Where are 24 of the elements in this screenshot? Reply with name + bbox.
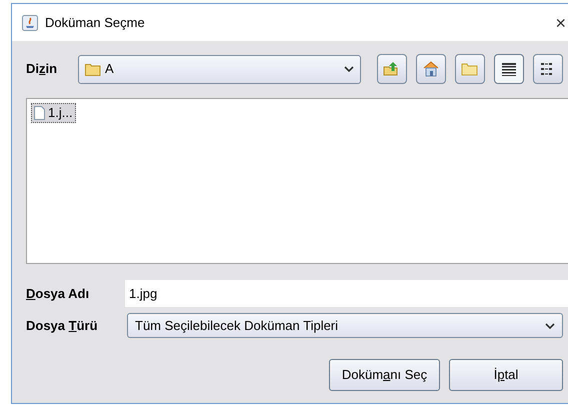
- close-button[interactable]: ×: [555, 14, 566, 32]
- up-button[interactable]: [377, 54, 407, 84]
- directory-dropdown[interactable]: A: [78, 54, 361, 84]
- house-icon: [421, 59, 441, 79]
- file-name-field[interactable]: 1.jpg: [125, 280, 568, 307]
- directory-label: Dizin: [26, 60, 58, 78]
- directory-value: A: [105, 60, 115, 78]
- cancel-button[interactable]: İptal: [449, 359, 563, 391]
- file-type-dropdown[interactable]: Tüm Seçilebilecek Doküman Tipleri: [127, 313, 563, 338]
- chevron-down-icon: [545, 322, 555, 328]
- select-button[interactable]: Dokümanı Seç: [329, 359, 440, 391]
- window-title: Doküman Seçme: [45, 14, 145, 32]
- list-view-button[interactable]: [494, 54, 524, 84]
- folder-icon: [85, 62, 101, 76]
- file-name-label: Dosya Adı: [26, 284, 90, 303]
- file-item[interactable]: 1.j...: [31, 103, 76, 123]
- new-folder-button[interactable]: [455, 54, 485, 84]
- file-type-label: Dosya Türü: [26, 316, 99, 335]
- details-view-button[interactable]: [533, 54, 563, 84]
- file-type-value: Tüm Seçilebilecek Doküman Tipleri: [135, 316, 340, 335]
- home-button[interactable]: [416, 54, 446, 84]
- app-icon: [22, 14, 38, 30]
- file-icon: [34, 106, 45, 120]
- chevron-down-icon: [344, 66, 354, 72]
